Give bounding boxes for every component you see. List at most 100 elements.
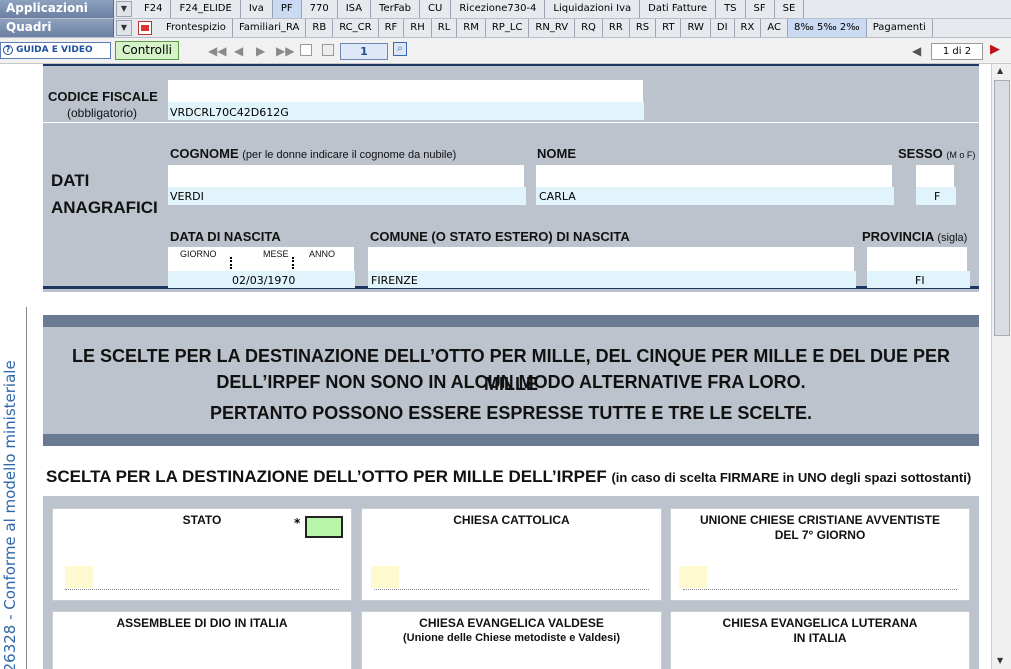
new-page-icon[interactable]: [300, 44, 312, 56]
quadro-tab[interactable]: RN_RV: [529, 19, 576, 37]
quadri-dropdown-icon[interactable]: ▼: [116, 20, 132, 36]
delete-page-icon[interactable]: [322, 44, 334, 56]
quadro-tab[interactable]: RW: [681, 19, 711, 37]
quadro-tab[interactable]: Familiari_RA: [233, 19, 307, 37]
sesso-value: F: [934, 190, 941, 203]
guida-label: GUIDA E VIDEO: [16, 45, 93, 55]
quadro-tab[interactable]: RB: [306, 19, 334, 37]
giorno-label: GIORNO: [180, 249, 217, 259]
quadri-tabs: Frontespizio Familiari_RA RB RC_CR RF RH RL RM R…: [160, 19, 933, 37]
provincia-value: FI: [915, 274, 925, 287]
top-tab[interactable]: Ricezione730-4: [451, 0, 546, 18]
quadro-tab[interactable]: RX: [735, 19, 762, 37]
quadro-tab[interactable]: RS: [630, 19, 657, 37]
applicazioni-label[interactable]: Applicazioni: [0, 0, 114, 18]
document: 97626328 - Conforme al modello ministeri…: [0, 64, 991, 669]
prev-doc-icon[interactable]: ◀: [912, 44, 921, 58]
quadro-tab[interactable]: RM: [457, 19, 486, 37]
nome-top: [536, 165, 892, 187]
cattolica-signature-line: [374, 589, 649, 590]
cf-top-field: [168, 80, 643, 102]
quadro-tab[interactable]: RR: [603, 19, 630, 37]
sesso-label: SESSO (M o F): [898, 146, 976, 161]
top-tab[interactable]: Dati Fatture: [640, 0, 717, 18]
scroll-down-icon[interactable]: ▼: [997, 656, 1003, 665]
star-mark: *: [294, 516, 301, 530]
otto-panel: STATO * CHIESA CATTOLICA UNIONE CHIESE C…: [43, 496, 979, 669]
quadro-tab[interactable]: DI: [711, 19, 735, 37]
guida-video-button[interactable]: ? GUIDA E VIDEO: [0, 42, 111, 59]
scroll-thumb[interactable]: [994, 80, 1010, 336]
zoom-icon[interactable]: ⌕: [393, 42, 407, 56]
page-number[interactable]: 1: [340, 43, 388, 60]
card-avventiste-title-1: UNIONE CHIESE CRISTIANE AVVENTISTE: [699, 513, 941, 527]
card-avventiste: UNIONE CHIESE CRISTIANE AVVENTISTE DEL 7…: [670, 508, 970, 601]
top-tab[interactable]: SF: [746, 0, 775, 18]
card-stato: STATO *: [52, 508, 352, 601]
mese-label: MESE: [263, 249, 289, 259]
top-tab[interactable]: TerFab: [371, 0, 421, 18]
top-tab[interactable]: F24_ELIDE: [171, 0, 241, 18]
nome-input[interactable]: [536, 187, 894, 205]
quadro-tab[interactable]: RH: [404, 19, 432, 37]
help-icon: ?: [3, 45, 13, 55]
pdf-icon[interactable]: [138, 21, 152, 35]
top-tab[interactable]: Liquidazioni Iva: [545, 0, 641, 18]
cattolica-signature-box[interactable]: [371, 566, 399, 588]
cognome-top: [168, 165, 524, 187]
card-luterana: CHIESA EVANGELICA LUTERANA IN ITALIA: [670, 611, 970, 669]
nome-value: CARLA: [539, 190, 576, 203]
scroll-up-icon[interactable]: ▲: [997, 66, 1003, 75]
quadro-tab[interactable]: 8‰ 5‰ 2‰: [788, 19, 867, 37]
card-luterana-title-1: CHIESA EVANGELICA LUTERANA: [722, 616, 918, 630]
top-tab[interactable]: 770: [302, 0, 338, 18]
top-tab[interactable]: Iva: [241, 0, 273, 18]
quadri-bar: Quadri ▼ Frontespizio Familiari_RA RB RC_CR…: [0, 19, 1011, 38]
vertical-scrollbar[interactable]: ▲ ▼: [991, 64, 1011, 669]
quadro-tab[interactable]: AC: [761, 19, 789, 37]
last-page-icon[interactable]: ▶▶: [276, 44, 294, 58]
top-tab[interactable]: CU: [420, 0, 452, 18]
next-page-icon[interactable]: ▶: [256, 44, 265, 58]
next-doc-icon[interactable]: ▶: [990, 42, 1000, 57]
card-luterana-title-2: IN ITALIA: [793, 631, 847, 645]
top-tab[interactable]: SE: [775, 0, 805, 18]
side-line: [26, 307, 27, 669]
top-tab[interactable]: ISA: [338, 0, 372, 18]
card-chiesa-cattolica: CHIESA CATTOLICA: [361, 508, 662, 601]
cf-sub: (obbligatorio): [67, 106, 138, 120]
card-valdese-title-2: (Unione delle Chiese metodiste e Valdesi…: [402, 632, 620, 644]
sesso-top: [916, 165, 954, 187]
quadro-tab[interactable]: RP_LC: [486, 19, 530, 37]
quadro-tab[interactable]: RQ: [575, 19, 603, 37]
stato-checkbox[interactable]: [305, 516, 343, 538]
stato-signature-box[interactable]: [65, 566, 93, 588]
top-tab[interactable]: TS: [716, 0, 746, 18]
card-avventiste-title-2: DEL 7° GIORNO: [774, 528, 866, 542]
quadro-tab[interactable]: RF: [379, 19, 405, 37]
side-text: 97626328 - Conforme al modello ministeri…: [1, 360, 19, 669]
nome-label: NOME: [537, 146, 576, 161]
card-assemblee: ASSEMBLEE DI DIO IN ITALIA: [52, 611, 352, 669]
quadro-tab[interactable]: Frontespizio: [160, 19, 233, 37]
comune-input[interactable]: [368, 271, 856, 288]
top-tab[interactable]: PF: [272, 0, 302, 18]
quadro-tab[interactable]: Pagamenti: [867, 19, 933, 37]
date-sep-2: [292, 257, 294, 269]
cf-label: CODICE FISCALE: [48, 89, 158, 104]
quadro-tab[interactable]: RC_CR: [333, 19, 379, 37]
avventiste-signature-box[interactable]: [679, 566, 707, 588]
quadro-tab[interactable]: RL: [432, 19, 458, 37]
first-page-icon[interactable]: ◀◀: [208, 44, 226, 58]
cognome-input[interactable]: [168, 187, 526, 205]
quadri-label[interactable]: Quadri: [0, 19, 114, 37]
date-sep-1: [230, 257, 232, 269]
applicazioni-dropdown-icon[interactable]: ▼: [116, 1, 132, 17]
cognome-label: COGNOME (per le donne indicare il cognom…: [170, 146, 457, 161]
quadro-tab[interactable]: RT: [656, 19, 682, 37]
cf-value: VRDCRL70C42D612G: [170, 106, 289, 119]
prev-page-icon[interactable]: ◀: [234, 44, 243, 58]
top-tabs: F24 F24_ELIDE Iva PF 770 ISA TerFab CU Ricezione…: [136, 0, 805, 18]
controlli-button[interactable]: Controlli: [115, 41, 179, 60]
top-tab[interactable]: F24: [136, 0, 172, 18]
